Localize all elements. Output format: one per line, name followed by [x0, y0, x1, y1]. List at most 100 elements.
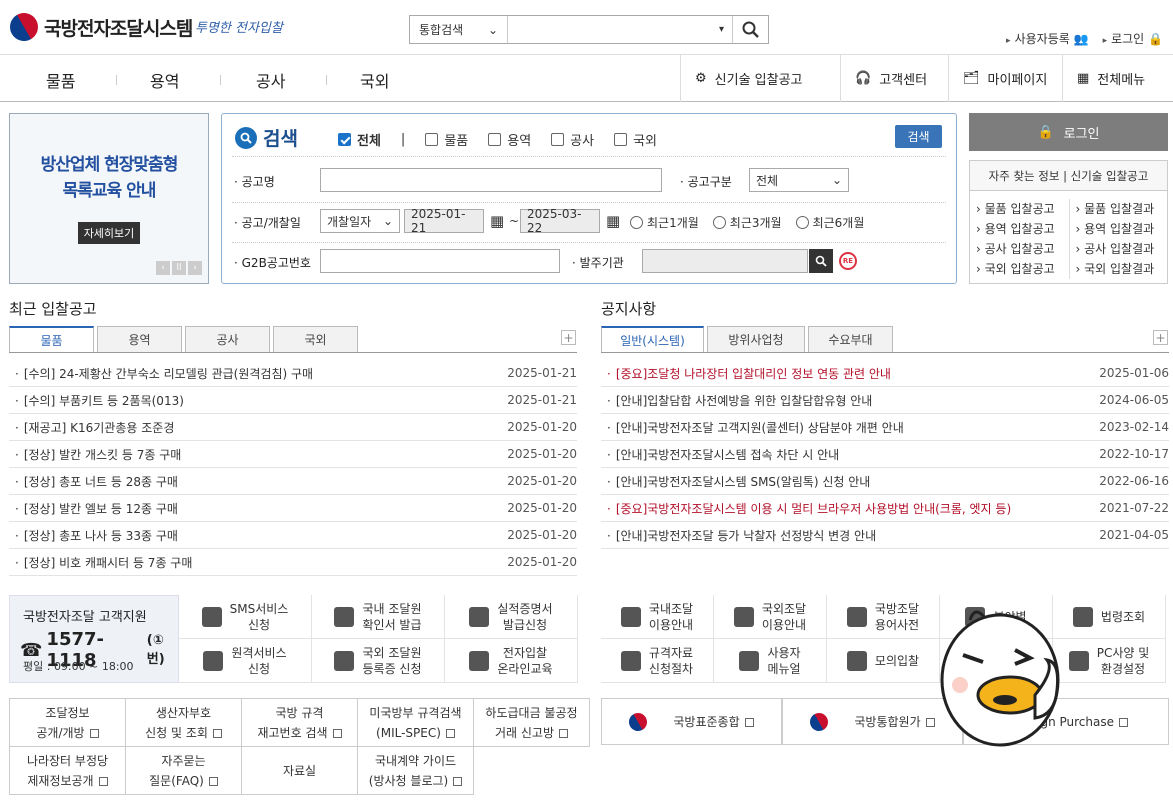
guide-item[interactable]: 사용자 메뉴얼	[714, 639, 827, 683]
checkbox-icon[interactable]	[551, 133, 565, 146]
radio-6month[interactable]: 최근6개월	[795, 214, 864, 231]
list-item[interactable]: [중요]조달청 나라장터 입찰대리인 정보 연동 관련 안내 2025-01-06	[601, 360, 1169, 387]
fav-link[interactable]: › 국외 입찰공고	[976, 259, 1069, 279]
bottom-link[interactable]: 나라장터 부정당 제재정보공개	[9, 746, 126, 795]
search-button[interactable]	[732, 16, 768, 43]
fav-link[interactable]: › 용역 입찰공고	[976, 219, 1069, 239]
guide-item[interactable]: 국외조달 이용안내	[714, 595, 827, 639]
list-item-title[interactable]: [중요]조달청 나라장터 입찰대리인 정보 연동 관련 안내	[601, 365, 891, 382]
ext-link-standard[interactable]: 국방표준종합	[601, 698, 782, 745]
guide-item[interactable]: 규격자료 신청절차	[601, 639, 714, 683]
guide-item[interactable]: PC사양 및 환경설정	[1053, 639, 1166, 683]
bids-tab-goods[interactable]: 물품	[9, 326, 94, 352]
list-item-title[interactable]: [수의] 24-제황산 간부숙소 리모델링 관급(원격검침) 구매	[9, 365, 313, 382]
list-item[interactable]: [정상] 비호 캐패시터 등 7종 구매 2025-01-20	[9, 549, 577, 576]
logo-emblem-icon[interactable]	[4, 7, 44, 47]
fav-link[interactable]: › 국외 입찰결과	[1076, 259, 1168, 279]
list-item[interactable]: [안내]국방전자조달 등가 낙찰자 선정방식 변경 안내 2021-04-05	[601, 522, 1169, 549]
promo-banner[interactable]: 방산업체 현장맞춤형 목록교육 안내 자세히보기 ‹ ll ›	[9, 113, 209, 284]
radio-1month[interactable]: 최근1개월	[630, 214, 699, 231]
login-button[interactable]: 🔒 로그인	[969, 113, 1168, 151]
bottom-link[interactable]: 국내계약 가이드 (방사청 블로그)	[357, 746, 474, 795]
fav-link[interactable]: › 물품 입찰공고	[976, 199, 1069, 219]
check-foreign[interactable]: 국외	[614, 130, 657, 149]
service-item[interactable]: 실적증명서 발급신청	[445, 595, 578, 639]
list-item-title[interactable]: [안내]국방전자조달 등가 낙찰자 선정방식 변경 안내	[601, 527, 876, 544]
radio-icon[interactable]	[630, 216, 643, 229]
reset-icon[interactable]: RE	[839, 252, 857, 270]
guide-item[interactable]: 국내조달 이용안내	[601, 595, 714, 639]
org-search-button[interactable]	[809, 249, 833, 273]
checkbox-icon[interactable]	[614, 133, 628, 146]
radio-icon[interactable]	[795, 216, 809, 229]
list-item[interactable]: [정상] 총포 나사 등 33종 구매 2025-01-20	[9, 522, 577, 549]
list-item[interactable]: [정상] 발칸 엘보 등 12종 구매 2025-01-20	[9, 495, 577, 522]
panel-search-button[interactable]: 검색	[895, 125, 942, 148]
list-item-title[interactable]: [정상] 발칸 엘보 등 12종 구매	[9, 500, 178, 517]
list-item[interactable]: [안내]국방전자조달시스템 SMS(알림톡) 신청 안내 2022-06-16	[601, 468, 1169, 495]
list-item[interactable]: [재공고] K16기관총용 조준경 2025-01-20	[9, 414, 577, 441]
service-item[interactable]: 국내 조달원 확인서 발급	[312, 595, 445, 639]
date-type-select[interactable]: 개찰일자 ⌄	[320, 209, 400, 233]
nav-goods[interactable]: 물품	[46, 68, 75, 92]
notice-more-button[interactable]: +	[1153, 330, 1168, 345]
notice-tab-system[interactable]: 일반(시스템)	[601, 326, 704, 352]
list-item-title[interactable]: [안내]입찰담합 사전예방을 위한 입찰담합유형 안내	[601, 392, 872, 409]
guide-item[interactable]: 법령조회	[1053, 595, 1166, 639]
bids-tab-service[interactable]: 용역	[97, 326, 182, 352]
check-service[interactable]: 용역	[488, 130, 531, 149]
list-item-title[interactable]: [안내]국방전자조달 고객지원(콜센터) 상담분야 개편 안내	[601, 419, 904, 436]
service-item[interactable]: 국외 조달원 등록증 신청	[312, 639, 445, 683]
search-input[interactable]: ▾	[508, 16, 732, 43]
list-item-title[interactable]: [정상] 비호 캐패시터 등 7종 구매	[9, 554, 193, 571]
bids-tab-construction[interactable]: 공사	[185, 326, 270, 352]
check-goods[interactable]: 물품	[425, 130, 468, 149]
search-scope-select[interactable]: 통합검색 ⌄	[410, 16, 508, 43]
list-item-title[interactable]: [정상] 총포 나사 등 33종 구매	[9, 527, 178, 544]
check-all[interactable]: 전체	[338, 130, 381, 149]
banner-pause-icon[interactable]: ll	[172, 261, 186, 275]
nav-all-menu[interactable]: ▦ 전체메뉴	[1062, 55, 1173, 102]
list-item-title[interactable]: [안내]국방전자조달시스템 SMS(알림톡) 신청 안내	[601, 473, 870, 490]
list-item-title[interactable]: [안내]국방전자조달시스템 접속 차단 시 안내	[601, 446, 839, 463]
banner-next-icon[interactable]: ›	[188, 261, 202, 275]
notice-tab-dapa[interactable]: 방위사업청	[707, 326, 805, 352]
service-item[interactable]: SMS서비스 신청	[179, 595, 312, 639]
list-item[interactable]: [안내]국방전자조달 고객지원(콜센터) 상담분야 개편 안내 2023-02-1…	[601, 414, 1169, 441]
list-item[interactable]: [중요]국방전자조달시스템 이용 시 멀티 브라우저 사용방법 안내(크롬, 엣…	[601, 495, 1169, 522]
list-item[interactable]: [정상] 발칸 개스킷 등 7종 구매 2025-01-20	[9, 441, 577, 468]
org-input[interactable]	[642, 249, 808, 273]
nav-construction[interactable]: 공사	[256, 68, 285, 92]
list-item-title[interactable]: [재공고] K16기관총용 조준경	[9, 419, 175, 436]
search-dropdown-arrow[interactable]: ▾	[719, 24, 724, 35]
list-item-title[interactable]: [중요]국방전자조달시스템 이용 시 멀티 브라우저 사용방법 안내(크롬, 엣…	[601, 500, 1011, 517]
g2b-number-input[interactable]	[320, 249, 560, 273]
bids-tab-foreign[interactable]: 국외	[273, 326, 358, 352]
list-item[interactable]: [안내]입찰담합 사전예방을 위한 입찰담합유형 안내 2024-06-05	[601, 387, 1169, 414]
nav-mypage[interactable]: 🗂 마이페이지	[948, 55, 1062, 102]
bid-name-input[interactable]	[320, 168, 662, 192]
list-item-title[interactable]: [정상] 발칸 개스킷 등 7종 구매	[9, 446, 182, 463]
bottom-link[interactable]: 조달정보 공개/개방	[9, 698, 126, 747]
nav-foreign[interactable]: 국외	[360, 68, 389, 92]
list-item[interactable]: [수의] 24-제황산 간부숙소 리모델링 관급(원격검침) 구매 2025-01…	[9, 360, 577, 387]
radio-icon[interactable]	[712, 216, 726, 229]
checkbox-checked-icon[interactable]	[338, 133, 351, 146]
list-item-title[interactable]: [수의] 부품키트 등 2품목(013)	[9, 392, 184, 409]
notice-tab-unit[interactable]: 수요부대	[808, 326, 893, 352]
nav-service[interactable]: 용역	[150, 68, 179, 92]
login-link[interactable]: ▸ 로그인 🔒	[1103, 30, 1163, 47]
register-link[interactable]: ▸ 사용자등록 👥	[1006, 30, 1089, 47]
list-item[interactable]: [정상] 총포 너트 등 28종 구매 2025-01-20	[9, 468, 577, 495]
bottom-link[interactable]: 미국방부 규격검색 (MIL-SPEC)	[357, 698, 474, 747]
fav-link[interactable]: › 공사 입찰공고	[976, 239, 1069, 259]
radio-3month[interactable]: 최근3개월	[712, 214, 782, 231]
guide-item[interactable]: 국방조달 용어사전	[827, 595, 940, 639]
date-from-input[interactable]: 2025-01-21	[404, 207, 484, 235]
guide-item[interactable]: 모의입찰	[827, 639, 940, 683]
list-item[interactable]: [안내]국방전자조달시스템 접속 차단 시 안내 2022-10-17	[601, 441, 1169, 468]
service-item[interactable]: 원격서비스 신청	[179, 639, 312, 683]
fav-link[interactable]: › 공사 입찰결과	[1076, 239, 1168, 259]
calendar-icon[interactable]: ▦	[490, 212, 504, 230]
banner-prev-icon[interactable]: ‹	[156, 261, 170, 275]
